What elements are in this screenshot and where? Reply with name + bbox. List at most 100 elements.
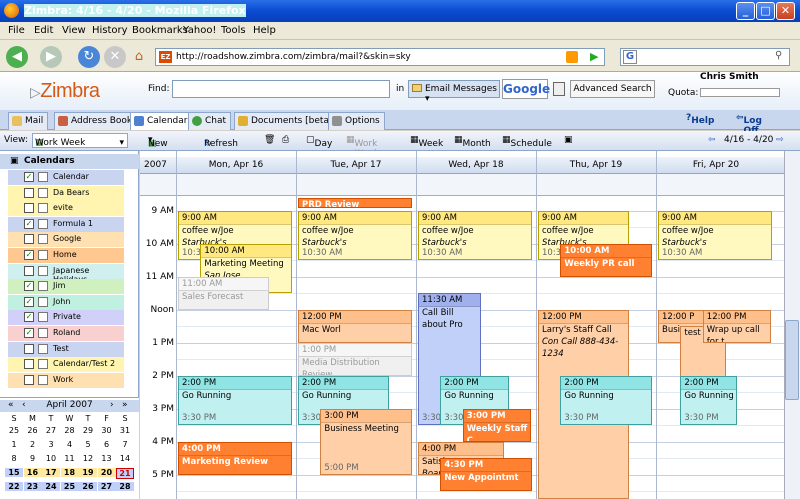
calendar-item[interactable]: Work: [8, 372, 124, 388]
search-engine-box[interactable]: G ⚲: [620, 48, 790, 66]
calendar-checkbox[interactable]: [24, 359, 34, 370]
minimize-button[interactable]: _: [736, 2, 755, 20]
home-icon[interactable]: ⌂: [128, 46, 150, 68]
calendar-checkbox[interactable]: ✓: [24, 328, 34, 338]
mini-calendar-day[interactable]: 27: [97, 482, 116, 491]
calendar-item[interactable]: ✓ Home: [8, 248, 124, 263]
mini-calendar-day[interactable]: 4: [61, 440, 79, 449]
menu-help[interactable]: Help: [253, 25, 276, 36]
all-day-row[interactable]: [140, 174, 784, 196]
calendar-item[interactable]: ✓ Jim: [8, 279, 124, 295]
appointment[interactable]: 9:00 AMcoffee w/JoeStarbuck's10:30 AM: [418, 210, 532, 261]
mini-calendar-day[interactable]: 11: [61, 454, 79, 463]
today-icon[interactable]: ▣: [564, 135, 573, 145]
mini-calendar-day[interactable]: 29: [79, 426, 97, 435]
maximize-button[interactable]: □: [756, 2, 775, 20]
calendar-item[interactable]: evite: [8, 201, 124, 217]
mini-calendar-day[interactable]: 28: [116, 482, 134, 491]
delete-icon[interactable]: 🗑: [264, 135, 275, 145]
back-icon[interactable]: ◀: [6, 46, 28, 68]
appointment[interactable]: 2:00 PM Go Running 3:30 PM: [178, 375, 292, 426]
mini-calendar-day[interactable]: 15: [5, 468, 23, 477]
menu-view[interactable]: View: [62, 25, 86, 36]
save-search-icon[interactable]: [553, 82, 565, 96]
mini-calendar-day[interactable]: 18: [60, 468, 79, 477]
menu-file[interactable]: File: [8, 25, 25, 36]
reload-icon[interactable]: ↻: [78, 46, 100, 68]
scrollbar-thumb[interactable]: [785, 320, 799, 400]
calendar-item[interactable]: ✓ Formula 1: [8, 216, 124, 232]
mini-calendar-day[interactable]: 1: [5, 440, 23, 449]
tab-address-book[interactable]: Address Book: [54, 112, 138, 130]
calendar-checkbox[interactable]: ✓: [24, 281, 34, 292]
mini-calendar-day[interactable]: 23: [23, 482, 42, 491]
menu-bookmarks[interactable]: Bookmarks: [132, 25, 188, 36]
mini-calendar-day[interactable]: 12: [79, 454, 97, 463]
tab-documents[interactable]: Documents [beta]: [234, 112, 338, 130]
appointment[interactable]: 1:00 PM Media Distribution Review: [298, 342, 412, 376]
google-search-button[interactable]: Google: [502, 79, 550, 99]
calendar-checkbox[interactable]: [24, 187, 34, 198]
calendar-checkbox[interactable]: [24, 343, 34, 354]
mini-calendar-day[interactable]: 26: [24, 426, 42, 435]
calendar-checkbox[interactable]: [24, 265, 34, 276]
mini-calendar-day[interactable]: 24: [42, 482, 60, 491]
view-select[interactable]: ▦ Work Week ▾: [32, 133, 128, 148]
google-icon[interactable]: G: [623, 50, 637, 64]
mini-calendar-day[interactable]: 16: [23, 468, 42, 477]
mini-calendar-day[interactable]: 17: [42, 468, 60, 477]
mini-calendar-day[interactable]: 19: [79, 468, 97, 477]
go-icon[interactable]: ▶: [590, 50, 598, 63]
rss-icon[interactable]: [566, 51, 578, 63]
day-header[interactable]: Mon, Apr 16: [176, 160, 296, 170]
appointment[interactable]: 4:00 PM Marketing Review: [178, 441, 292, 475]
day-view-button[interactable]: ▢ Day: [306, 135, 332, 149]
address-bar[interactable]: EZ http://roadshow.zimbra.com/zimbra/mai…: [155, 48, 605, 66]
mini-calendar-day[interactable]: 22: [5, 482, 23, 491]
tab-calendar[interactable]: Calendar: [130, 112, 193, 130]
menu-history[interactable]: History: [92, 25, 128, 36]
mini-calendar-day[interactable]: 3: [42, 440, 60, 449]
stop-icon[interactable]: ✕: [104, 46, 126, 68]
hours-grid[interactable]: 9 AM 10 AM 11 AM Noon 1 PM 2 PM 3 PM 4 PM 5 PM 9:…: [140, 196, 784, 499]
schedule-view-button[interactable]: ▦ Schedule: [502, 135, 552, 149]
calendar-checkbox[interactable]: ✓: [24, 250, 34, 260]
collapse-icon[interactable]: ▣: [10, 156, 19, 166]
month-view-button[interactable]: ▦ Month: [454, 135, 491, 149]
calendar-checkbox[interactable]: [24, 203, 34, 214]
next-arrow-icon[interactable]: ⇨: [776, 135, 784, 145]
calendar-item[interactable]: ✓ Private: [8, 310, 124, 326]
find-input[interactable]: [172, 80, 390, 98]
prev-month-icon[interactable]: ‹: [22, 400, 26, 410]
appointment[interactable]: 3:00 PM Business Meeting 5:00 PM: [320, 408, 412, 475]
appointment[interactable]: 10:00 AM Weekly PR call: [560, 243, 652, 277]
advanced-search-button[interactable]: Advanced Search: [570, 80, 655, 98]
prev-arrow-icon[interactable]: ⇦: [708, 135, 716, 145]
next-year-icon[interactable]: »: [122, 400, 128, 410]
mini-calendar-day[interactable]: 25: [60, 482, 79, 491]
mini-calendar-day[interactable]: 30: [98, 426, 116, 435]
mini-calendar-day[interactable]: 26: [79, 482, 97, 491]
mini-calendar-day[interactable]: 5: [79, 440, 97, 449]
appointment[interactable]: 12:00 PM Wrap up call for t: [702, 309, 772, 343]
mini-calendar-day[interactable]: 7: [116, 440, 134, 449]
mini-calendar-day[interactable]: 27: [42, 426, 60, 435]
mini-calendar-day[interactable]: 13: [98, 454, 116, 463]
mini-calendar-day[interactable]: 31: [116, 426, 134, 435]
week-view-button[interactable]: ▦ Week: [410, 135, 443, 149]
calendar-item[interactable]: Test: [8, 341, 124, 357]
forward-icon[interactable]: ▶: [40, 46, 62, 68]
menu-edit[interactable]: Edit: [34, 25, 53, 36]
tab-chat[interactable]: Chat: [188, 112, 232, 130]
mini-calendar-day[interactable]: 20: [97, 468, 116, 477]
print-icon[interactable]: ⎙: [282, 135, 289, 145]
search-icon[interactable]: ⚲: [775, 50, 782, 61]
calendar-item[interactable]: ✓ John: [8, 294, 124, 310]
mini-calendar-day[interactable]: 2: [24, 440, 42, 449]
menu-tools[interactable]: Tools: [221, 25, 246, 36]
appointment[interactable]: 2:00 PM Go Running 3:30 PM: [680, 375, 738, 426]
mini-calendar-day[interactable]: 10: [42, 454, 60, 463]
next-month-icon[interactable]: ›: [110, 400, 114, 410]
mini-calendar-day[interactable]: 8: [5, 454, 23, 463]
mini-calendar-day[interactable]: 9: [24, 454, 42, 463]
